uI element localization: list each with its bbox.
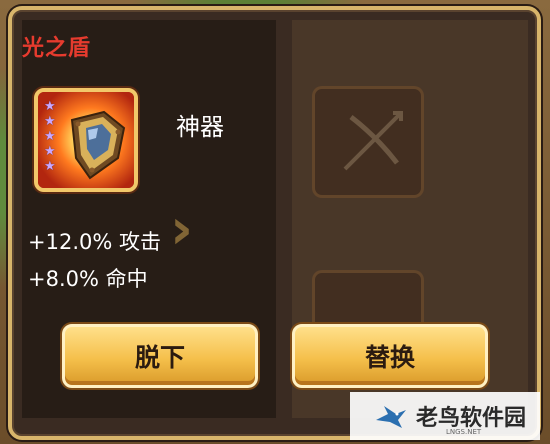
replace-button[interactable]: 替换 [292, 324, 488, 388]
watermark-subtext: LNGS.NET [446, 428, 482, 436]
shield-icon [70, 110, 126, 180]
background-bow-slot [312, 86, 424, 198]
star-icon: ★ [44, 129, 56, 144]
star-icon: ★ [44, 99, 56, 114]
item-icon-frame: ★ ★ ★ ★ ★ [34, 88, 138, 192]
item-grade: 神器 [176, 113, 224, 141]
star-icon: ★ [44, 114, 56, 129]
stat-accuracy: +8.0% 命中 [28, 267, 148, 291]
bow-icon [343, 111, 403, 171]
background-arrow: › [170, 197, 194, 262]
watermark: 老鸟软件园 LNGS.NET [350, 392, 540, 440]
unequip-button[interactable]: 脱下 [62, 324, 258, 388]
star-icon: ★ [44, 159, 56, 174]
bird-logo-icon [376, 406, 406, 428]
item-title: 光之盾 [22, 36, 92, 61]
stat-attack: +12.0% 攻击 [28, 230, 161, 254]
star-rating: ★ ★ ★ ★ ★ [44, 100, 64, 174]
star-icon: ★ [44, 144, 56, 159]
